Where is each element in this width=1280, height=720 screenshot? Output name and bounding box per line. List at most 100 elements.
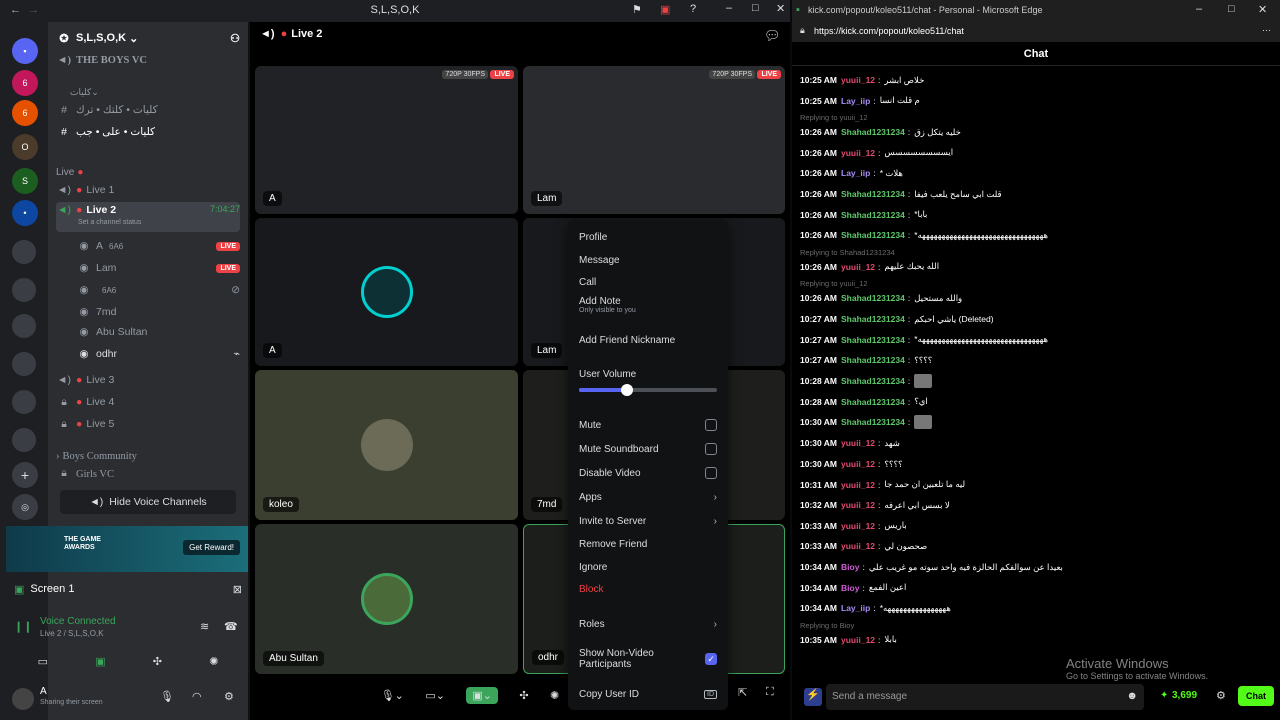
message-username[interactable]: yuuii_12 — [841, 500, 875, 510]
checkbox-checked[interactable]: ✓ — [705, 653, 717, 665]
message-username[interactable]: Bioy — [841, 562, 859, 572]
close-icon[interactable]: ✕ — [776, 2, 785, 15]
chat-message[interactable]: 10:27 AM Shahad1231234: *ههههههههههههههههه… — [800, 332, 1270, 348]
noise-icon[interactable]: ≋ — [200, 620, 209, 633]
bot-icon[interactable]: ⚡ — [804, 688, 822, 706]
stream-tile[interactable]: 720P 30FPS LIVE Lam — [523, 66, 785, 214]
chat-message[interactable]: 10:26 AM yuuii_12: الله يحبك عليهم — [800, 259, 1270, 275]
message-username[interactable]: Shahad1231234 — [841, 293, 905, 303]
user-volume-slider[interactable] — [579, 384, 717, 396]
menu-message[interactable]: Message — [579, 251, 717, 269]
chat-message[interactable]: 10:33 AM yuuii_12: صحصون لي — [800, 538, 1270, 554]
home-icon[interactable]: ▪ — [12, 38, 38, 64]
voice-channel[interactable]: ◄) THE BOYS VC — [56, 50, 240, 70]
message-username[interactable]: yuuii_12 — [841, 521, 875, 531]
chat-message[interactable]: 10:30 AM Shahad1231234: — [800, 414, 1270, 430]
voice-channel[interactable]: 🔒︎ ● Live 4 — [56, 392, 240, 412]
chat-message[interactable]: 10:31 AM yuuii_12: ليه ما تلعبين ان حمد جا — [800, 477, 1270, 493]
chat-message[interactable]: 10:26 AM yuuii_12: ايسسسسسسسس — [800, 145, 1270, 161]
server-folder-icon[interactable] — [12, 278, 36, 302]
message-username[interactable]: yuuii_12 — [841, 635, 875, 645]
close-icon[interactable]: ✕ — [1258, 3, 1267, 16]
chat-message[interactable]: 10:27 AM Shahad1231234: ياشي احبكم (Delete… — [800, 311, 1270, 327]
settings-icon[interactable]: ⚙ — [1216, 689, 1226, 702]
chat-message[interactable]: 10:35 AM yuuii_12: بابلا — [800, 632, 1270, 648]
activity-icon[interactable]: ✣ — [519, 689, 528, 702]
address-bar[interactable]: 🔒︎ https://kick.com/popout/koleo511/chat… — [792, 22, 1280, 42]
server-folder-icon[interactable] — [12, 428, 36, 452]
voice-location[interactable]: Live 2 / S,L,S,O,K — [40, 629, 104, 638]
server-icon[interactable]: S — [12, 168, 38, 194]
menu-roles[interactable]: Roles › — [579, 615, 717, 633]
chat-message[interactable]: 10:34 AM Bioy: اعين الفمع — [800, 580, 1270, 596]
channel-status[interactable]: Set a channel status — [78, 219, 141, 226]
hide-voice-channels-button[interactable]: ◄) Hide Voice Channels — [60, 490, 236, 514]
mic-icon[interactable]: 🎙︎ — [160, 690, 174, 703]
menu-ignore[interactable]: Ignore — [579, 558, 717, 576]
chat-message[interactable]: 10:25 AM Lay_iip: م قلت انسا — [800, 93, 1270, 109]
chat-message[interactable]: 10:34 AM Lay_iip: *ههههههههههههههههه — [800, 600, 1270, 616]
screen-share-icon[interactable]: ▣ — [95, 655, 105, 668]
chat-message[interactable]: 10:30 AM yuuii_12: شهد — [800, 435, 1270, 451]
chat-icon[interactable]: 💬︎ — [764, 28, 781, 44]
screen-share-row[interactable]: ▣ Screen 1 ⊠ — [14, 578, 242, 600]
server-icon[interactable]: 6 — [12, 70, 38, 96]
screen-icon[interactable]: ▣ — [660, 3, 670, 16]
message-username[interactable]: Shahad1231234 — [841, 335, 905, 345]
volume-handle[interactable] — [621, 384, 634, 396]
message-username[interactable]: yuuii_12 — [841, 480, 875, 490]
server-icon[interactable]: • — [12, 200, 38, 226]
voice-member[interactable]: ◉ 7md — [76, 302, 240, 322]
chat-message[interactable]: 10:25 AM yuuii_12: خلاص ابشر — [800, 72, 1270, 88]
get-reward-button[interactable]: Get Reward! — [183, 540, 240, 555]
mic-icon[interactable]: 🎙︎⌄ — [381, 689, 404, 702]
chat-message[interactable]: 10:26 AM Shahad1231234: خليه يتكل زق — [800, 124, 1270, 140]
menu-profile[interactable]: Profile — [579, 228, 717, 246]
points-count[interactable]: 3,699 — [1172, 690, 1197, 701]
server-icon[interactable]: O — [12, 134, 38, 160]
voice-channel[interactable]: ◄) ● Live 1 — [56, 180, 240, 200]
message-username[interactable]: Shahad1231234 — [841, 397, 905, 407]
chat-message[interactable]: 10:28 AM Shahad1231234: — [800, 373, 1270, 389]
stream-tile[interactable]: 720P 30FPS LIVE A — [255, 66, 518, 214]
chat-message[interactable]: 10:34 AM Bioy: بعيدا عن سوالفكم الحالزة في… — [800, 559, 1270, 575]
participant-tile[interactable]: Abu Sultan — [255, 524, 518, 674]
voice-connected-label[interactable]: Voice Connected — [40, 616, 116, 627]
menu-show-non-video[interactable]: Show Non-Video Participants ✓ — [579, 648, 717, 670]
chat-message[interactable]: 10:30 AM yuuii_12: ؟؟؟؟ — [800, 456, 1270, 472]
category[interactable]: Live ● — [56, 162, 240, 182]
disconnect-icon[interactable]: ☎ — [224, 620, 238, 633]
voice-channel[interactable]: ◄) ● Live 3 — [56, 370, 240, 390]
participant-tile[interactable]: A — [255, 218, 518, 366]
chat-send-button[interactable]: Chat — [1238, 686, 1274, 706]
participant-tile[interactable]: koleo — [255, 370, 518, 520]
server-icon[interactable]: 6 — [12, 100, 38, 126]
help-icon[interactable]: ? — [690, 3, 696, 15]
message-username[interactable]: yuuii_12 — [841, 148, 875, 158]
user-name[interactable]: A — [40, 686, 47, 697]
message-username[interactable]: yuuii_12 — [841, 262, 875, 272]
message-username[interactable]: Shahad1231234 — [841, 127, 905, 137]
menu-copy-user-id[interactable]: Copy User ID ID — [579, 685, 717, 703]
message-username[interactable]: Lay_iip — [841, 168, 870, 178]
popout-icon[interactable]: ⇱ — [738, 686, 747, 699]
chat-message[interactable]: 10:26 AM Shahad1231234: *بابا — [800, 207, 1270, 223]
category[interactable]: كليات ⌄ — [56, 82, 240, 102]
menu-add-friend-nickname[interactable]: Add Friend Nickname — [579, 331, 717, 349]
message-username[interactable]: Shahad1231234 — [841, 376, 905, 386]
message-username[interactable]: Bioy — [841, 583, 859, 593]
menu-add-note[interactable]: Add Note Only visible to you — [579, 296, 717, 322]
promo-banner[interactable]: THE GAME AWARDS Get Reward! — [6, 526, 248, 572]
activity-icon[interactable]: ✣ — [153, 655, 162, 668]
menu-disable-video[interactable]: Disable Video — [579, 464, 717, 482]
server-folder-icon[interactable] — [12, 390, 36, 414]
chat-message[interactable]: 10:32 AM yuuii_12: لا بسس ابي اعرفه — [800, 497, 1270, 513]
avatar[interactable] — [12, 688, 34, 710]
stop-share-icon[interactable]: ⊠ — [233, 583, 242, 596]
checkbox[interactable] — [705, 467, 717, 479]
voice-channel[interactable]: 🔒︎ Girls VC — [56, 464, 240, 484]
menu-mute-soundboard[interactable]: Mute Soundboard — [579, 440, 717, 458]
voice-member[interactable]: ◉ Abu Sultan — [76, 322, 240, 342]
maximize-icon[interactable]: □ — [1228, 3, 1235, 15]
more-icon[interactable]: ⋯ — [1262, 25, 1271, 36]
